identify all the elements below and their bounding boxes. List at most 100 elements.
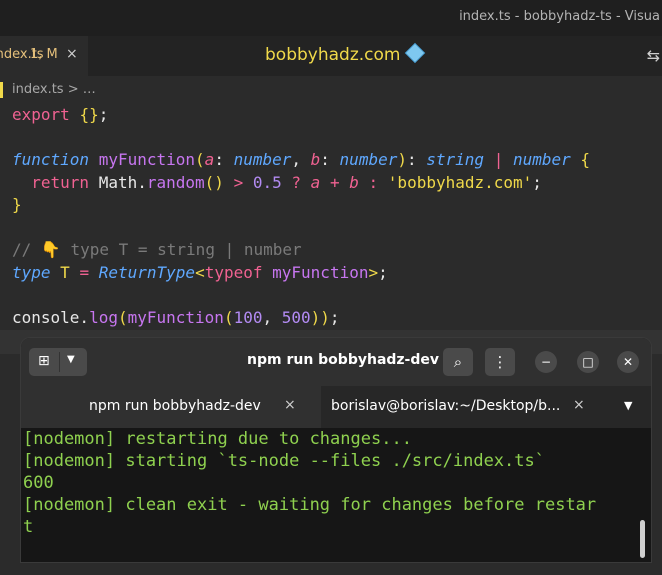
code-line[interactable]: } xyxy=(12,194,22,216)
terminal-output[interactable]: [nodemon] restarting due to changes... [… xyxy=(21,428,651,562)
code-token: random xyxy=(146,172,205,192)
code-token: )) xyxy=(310,307,330,327)
compare-icon[interactable]: ⇆ xyxy=(647,46,660,65)
tabs-menu-icon[interactable]: ▼ xyxy=(624,399,632,412)
tab-index-ts[interactable]: index.ts 1, M × xyxy=(0,36,88,76)
code-token: export xyxy=(12,105,70,124)
scrollbar[interactable] xyxy=(640,520,645,558)
editor-titlebar: index.ts - bobbyhadz-ts - Visua xyxy=(0,0,662,36)
code-line[interactable]: function myFunction(a: number, b: number… xyxy=(12,149,590,171)
code-token: b xyxy=(310,150,321,169)
code-token: // 👇 type T = string | number xyxy=(12,240,302,259)
maximize-icon: □ xyxy=(582,355,594,369)
breadcrumb[interactable]: index.ts > … xyxy=(12,82,96,97)
terminal-tab-npm[interactable]: npm run bobbyhadz-dev × xyxy=(21,386,321,428)
code-line[interactable]: console.log(myFunction(100, 500)); xyxy=(12,307,340,329)
code-line[interactable]: return Math.random() > 0.5 ? a + b : 'bo… xyxy=(12,172,542,194)
code-token: console. xyxy=(12,307,90,327)
code-token: typeof xyxy=(204,262,263,282)
minimize-button[interactable]: − xyxy=(535,351,557,373)
code-token: a xyxy=(310,172,321,192)
code-token: log xyxy=(89,307,118,327)
code-token: function xyxy=(12,150,90,169)
terminal-header: ⊞ ▼ npm run bobbyhadz-dev ⌕ ⋮ − □ ✕ xyxy=(21,338,651,386)
menu-button[interactable]: ⋮ xyxy=(485,348,515,376)
code-token: return xyxy=(31,172,90,192)
code-token: 500 xyxy=(281,307,311,327)
code-line[interactable]: // 👇 type T = string | number xyxy=(12,239,302,261)
code-token: myFunction xyxy=(127,307,224,327)
tab-label: borislav@borislav:~/Desktop/b... xyxy=(331,398,561,414)
code-token: b xyxy=(349,172,359,192)
code-token: () xyxy=(204,172,224,192)
code-token: = xyxy=(79,262,90,282)
code-token: ; xyxy=(378,262,388,282)
close-icon: ✕ xyxy=(622,355,634,369)
new-tab-icon: ⊞ xyxy=(38,353,50,369)
code-line[interactable]: export {}; xyxy=(12,104,108,126)
tab-label: npm run bobbyhadz-dev xyxy=(89,398,261,414)
divider xyxy=(59,352,60,372)
terminal-tabbar: npm run bobbyhadz-dev × borislav@borisla… xyxy=(21,386,651,428)
editor-tabbar: index.ts 1, M × bobbyhadz.com ⇆ xyxy=(0,36,662,76)
code-token: > xyxy=(368,262,379,282)
code-token: Math. xyxy=(89,172,147,192)
output-line: t xyxy=(23,517,34,537)
kebab-menu-icon: ⋮ xyxy=(492,353,508,371)
breadcrumb-marker xyxy=(0,82,3,98)
code-token: number xyxy=(233,150,292,169)
code-token: { xyxy=(580,150,591,169)
brand-text: bobbyhadz.com xyxy=(265,45,401,65)
code-token: 0.5 xyxy=(252,172,282,192)
minimize-icon: − xyxy=(540,355,552,369)
code-token: string xyxy=(426,150,485,169)
code-token: } xyxy=(12,195,22,214)
code-token: + xyxy=(329,172,340,192)
code-token: ReturnType xyxy=(98,262,196,282)
code-token: ( xyxy=(117,307,128,327)
maximize-button[interactable]: □ xyxy=(577,351,599,373)
code-token: ( xyxy=(195,150,205,169)
code-token: > xyxy=(233,172,244,192)
code-token: number xyxy=(339,150,398,169)
close-button[interactable]: ✕ xyxy=(617,351,639,373)
code-token: : xyxy=(406,150,427,169)
code-token: type xyxy=(12,262,51,282)
close-icon[interactable]: × xyxy=(66,46,78,62)
window-title: index.ts - bobbyhadz-ts - Visua xyxy=(459,9,660,24)
code-token: : xyxy=(214,150,234,169)
code-token: : xyxy=(320,150,340,169)
code-token: 'bobbyhadz.com' xyxy=(387,172,533,192)
search-button[interactable]: ⌕ xyxy=(443,348,473,376)
brand-label: bobbyhadz.com xyxy=(265,42,426,65)
output-line: [nodemon] starting `ts-node --files ./sr… xyxy=(23,451,545,471)
new-tab-button[interactable]: ⊞ ▼ xyxy=(29,348,87,376)
code-token: ; xyxy=(98,105,109,124)
code-token: myFunction xyxy=(272,262,369,282)
code-token: {} xyxy=(79,105,99,124)
code-line[interactable]: type T = ReturnType<typeof myFunction>; xyxy=(12,262,388,284)
close-icon[interactable]: × xyxy=(573,397,585,413)
code-token: myFunction xyxy=(98,150,196,169)
close-icon[interactable]: × xyxy=(284,397,296,413)
terminal-tab-shell[interactable]: borislav@borislav:~/Desktop/b... × xyxy=(321,386,611,428)
chevron-down-icon[interactable]: ▼ xyxy=(67,354,75,365)
code-token: ( xyxy=(223,307,234,327)
